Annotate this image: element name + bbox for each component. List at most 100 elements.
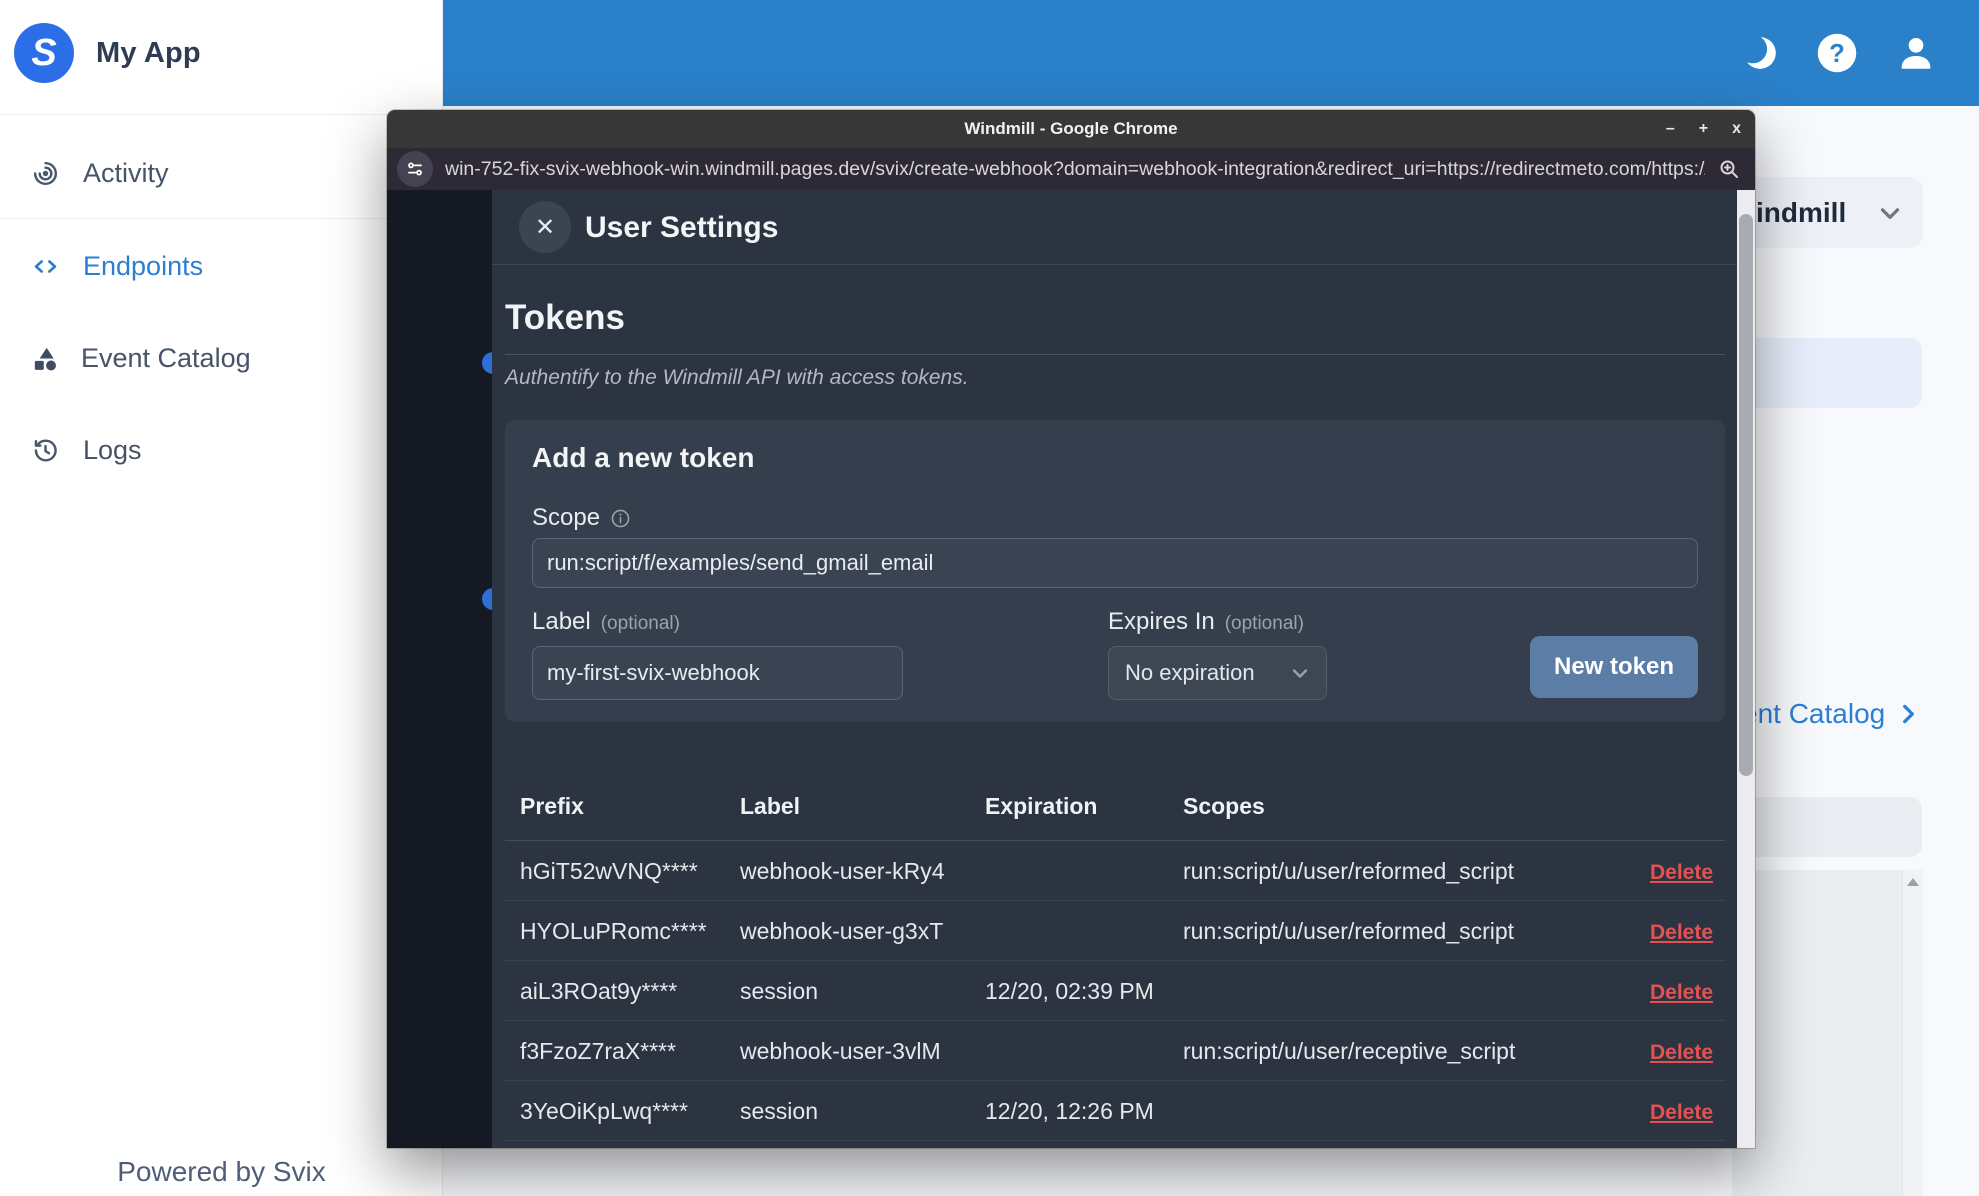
help-button[interactable]: ? — [1815, 31, 1859, 75]
desktop: indmill ent Catalog ? S My App Activity … — [0, 0, 1979, 1196]
delete-token-link[interactable]: Delete — [1650, 981, 1713, 1004]
shapes-icon — [34, 347, 56, 370]
info-icon[interactable] — [610, 508, 631, 529]
table-row: f3FzoZ7raX**** webhook-user-3vlM run:scr… — [505, 1021, 1725, 1081]
tokens-heading: Tokens — [505, 298, 1725, 355]
close-window-button[interactable]: x — [1732, 110, 1741, 148]
add-token-heading: Add a new token — [532, 442, 755, 473]
panel-scrollbar[interactable] — [1902, 870, 1923, 1196]
background-row-box — [1732, 797, 1922, 857]
optional-text: (optional) — [1224, 613, 1304, 634]
expires-selected-value: No expiration — [1125, 660, 1255, 685]
modal-header: ✕ User Settings — [492, 190, 1737, 265]
window-title: Windmill - Google Chrome — [964, 119, 1178, 138]
close-modal-button[interactable]: ✕ — [519, 201, 571, 253]
label-field-label: Label (optional) — [532, 608, 680, 636]
sidebar-item-label: Event Catalog — [81, 342, 251, 373]
label-input[interactable] — [532, 646, 903, 700]
moon-icon — [1741, 34, 1779, 72]
token-label: webhook-user-kRy4 — [740, 858, 945, 884]
token-scopes: run:script/u/user/reformed_script — [1183, 858, 1515, 884]
scope-label: Scope — [532, 504, 601, 531]
col-header-actions — [1623, 772, 1725, 840]
chevron-down-icon — [1880, 207, 1900, 219]
col-header-label: Label — [740, 793, 801, 819]
chrome-window: Windmill - Google Chrome – + x win-752-f… — [387, 110, 1755, 1148]
site-settings-button[interactable] — [397, 151, 433, 187]
add-token-card: Add a new token Scope Label (optional) — [505, 420, 1725, 722]
zoom-icon[interactable] — [1717, 157, 1741, 181]
token-expiration: 12/20, 12:26 PM — [985, 1098, 1154, 1124]
help-icon: ? — [1817, 33, 1857, 73]
expires-select[interactable]: No expiration — [1108, 646, 1327, 700]
page-scrollbar[interactable] — [1737, 190, 1755, 1148]
site-settings-icon — [408, 162, 422, 176]
token-prefix: hGiT52wVNQ**** — [520, 858, 698, 884]
sidebar-item-label: Activity — [83, 157, 169, 188]
history-icon — [34, 438, 57, 462]
token-expiration — [985, 901, 1183, 960]
divider — [0, 114, 443, 115]
token-scopes: run:script/u/user/receptive_script — [1183, 1038, 1516, 1064]
close-icon: ✕ — [534, 213, 556, 241]
maximize-button[interactable]: + — [1699, 110, 1708, 148]
address-bar[interactable]: win-752-fix-svix-webhook-win.windmill.pa… — [387, 148, 1755, 190]
token-scopes: run:script/u/user/reformed_script — [1183, 918, 1515, 944]
user-settings-modal: ✕ User Settings Tokens Authentify to the… — [492, 190, 1737, 1148]
portal-topbar: ? — [443, 0, 1979, 106]
delete-token-link[interactable]: Delete — [1650, 921, 1713, 944]
table-row: HYOLuPRomc**** webhook-user-g3xT run:scr… — [505, 901, 1725, 961]
sidebar-item-label: Endpoints — [83, 250, 204, 281]
delete-token-link[interactable]: Delete — [1650, 1041, 1713, 1064]
table-row: hGiT52wVNQ**** webhook-user-kRy4 run:scr… — [505, 841, 1725, 901]
new-token-button[interactable]: New token — [1530, 636, 1698, 698]
delete-token-link[interactable]: Delete — [1650, 1101, 1713, 1124]
token-prefix: f3FzoZ7raX**** — [520, 1038, 676, 1064]
token-prefix: 3YeOiKpLwq**** — [520, 1098, 688, 1124]
background-code-panel — [1732, 870, 1923, 1196]
col-header-expiration: Expiration — [985, 793, 1098, 819]
app-brand: S My App — [14, 12, 201, 94]
sidebar-item-activity[interactable]: Activity — [0, 140, 443, 206]
svix-logo-icon: S — [14, 23, 74, 83]
user-menu-button[interactable] — [1895, 32, 1937, 74]
tokens-table: Prefix Label Expiration Scopes hGiT52wVN… — [505, 772, 1725, 1141]
token-label: session — [740, 1098, 818, 1124]
sidebar-item-event-catalog[interactable]: Event Catalog — [0, 325, 443, 391]
window-controls: – + x — [1666, 110, 1741, 148]
token-scopes — [1183, 961, 1623, 1020]
code-icon — [34, 259, 57, 273]
scroll-up-arrow-icon[interactable] — [1907, 878, 1919, 886]
token-label: webhook-user-3vlM — [740, 1038, 941, 1064]
expires-text: Expires In — [1108, 608, 1215, 635]
dark-mode-toggle[interactable] — [1741, 34, 1779, 72]
window-titlebar[interactable]: Windmill - Google Chrome – + x — [387, 110, 1755, 148]
table-header-row: Prefix Label Expiration Scopes — [505, 772, 1725, 841]
event-catalog-link[interactable]: ent Catalog — [1742, 698, 1921, 730]
token-label: webhook-user-g3xT — [740, 918, 944, 944]
token-expiration: 12/20, 02:39 PM — [985, 978, 1154, 1004]
label-text: Label — [532, 608, 591, 635]
minimize-button[interactable]: – — [1666, 110, 1675, 148]
scope-input[interactable] — [532, 538, 1698, 588]
sidebar-item-logs[interactable]: Logs — [0, 417, 443, 483]
token-label: session — [740, 978, 818, 1004]
modal-title: User Settings — [585, 211, 779, 244]
app-name: My App — [96, 36, 201, 69]
org-selector-dropdown[interactable]: indmill — [1740, 177, 1923, 248]
token-expiration — [985, 1021, 1183, 1080]
delete-token-link[interactable]: Delete — [1650, 861, 1713, 884]
url-text[interactable]: win-752-fix-svix-webhook-win.windmill.pa… — [445, 158, 1705, 181]
sidebar-item-label: Logs — [83, 434, 142, 465]
tokens-subtitle: Authentify to the Windmill API with acce… — [505, 366, 969, 389]
background-info-box — [1732, 338, 1922, 408]
sidebar-item-endpoints[interactable]: Endpoints — [0, 233, 443, 299]
event-catalog-link-label: ent Catalog — [1742, 698, 1886, 729]
org-selector-label: indmill — [1756, 196, 1847, 228]
scope-label-row: Scope — [532, 504, 631, 532]
col-header-scopes: Scopes — [1183, 793, 1265, 819]
optional-text: (optional) — [600, 613, 680, 634]
scrollbar-thumb[interactable] — [1739, 214, 1753, 776]
token-scopes — [1183, 1081, 1623, 1140]
powered-by-svix: Powered by Svix — [117, 1156, 326, 1187]
